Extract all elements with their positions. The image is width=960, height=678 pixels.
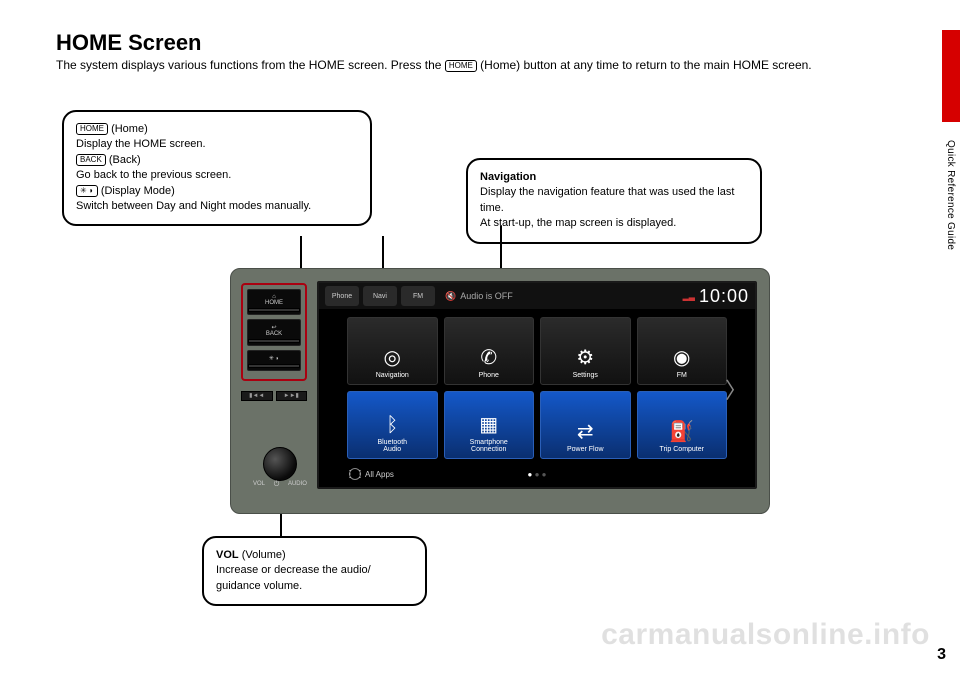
home-icon-inline: HOME	[445, 60, 477, 72]
display-mode-desc: Switch between Day and Night modes manua…	[76, 199, 358, 214]
display-top-bar: Phone Navi FM 🔇 Audio is OFF ▂▃ 10:00	[319, 283, 755, 309]
tile-label: Bluetooth Audio	[377, 439, 407, 453]
tile-label: Phone	[479, 372, 499, 379]
callout-hw-buttons: HOME (Home) Display the HOME screen. BAC…	[62, 110, 372, 226]
home-desc: Display the HOME screen.	[76, 137, 358, 152]
all-apps-label: All Apps	[365, 470, 394, 479]
tile-fm[interactable]: ◉ FM	[637, 317, 728, 385]
all-apps-icon: ⋮⋮	[349, 468, 361, 480]
top-tab-navi[interactable]: Navi	[363, 286, 397, 306]
subtitle-post: (Home) button at any time to return to t…	[480, 58, 811, 72]
fuel-icon: ⛽	[669, 422, 694, 442]
audio-status-text: Audio is OFF	[460, 291, 513, 301]
speaker-mute-icon: 🔇	[445, 291, 456, 302]
display-bottom-bar: ⋮⋮ All Apps ● ● ●	[319, 463, 755, 485]
all-apps-button[interactable]: ⋮⋮ All Apps	[349, 468, 394, 480]
hw-volume: VOL ⏻ AUDIO	[251, 447, 309, 505]
tile-label: Settings	[573, 372, 598, 379]
hw-prev-track-button[interactable]: ▮◄◄	[241, 391, 273, 401]
hw-home-label: HOME	[265, 300, 283, 306]
power-flow-icon: ⇄	[577, 422, 594, 442]
clock: 10:00	[699, 286, 749, 307]
signal-icon: ▂▃	[683, 292, 695, 301]
tile-navigation[interactable]: ◎ Navigation	[347, 317, 438, 385]
back-desc: Go back to the previous screen.	[76, 168, 358, 183]
hw-back-button[interactable]: ↩ BACK	[247, 319, 301, 346]
callout-volume: VOL (Volume) Increase or decrease the au…	[202, 536, 427, 606]
tile-smartphone-connection[interactable]: ▦ Smartphone Connection	[444, 391, 535, 459]
nav-line1: Display the navigation feature that was …	[480, 185, 748, 216]
vol-knob-label: VOL	[253, 481, 265, 489]
home-label: (Home)	[111, 123, 148, 135]
tile-settings[interactable]: ⚙ Settings	[540, 317, 631, 385]
vol-sub: (Volume)	[242, 549, 286, 561]
page-indicator: ● ● ●	[528, 470, 547, 479]
side-tab	[942, 30, 960, 122]
nav-title: Navigation	[480, 170, 748, 185]
side-label: Quick Reference Guide	[945, 140, 956, 250]
navigation-icon: ◎	[384, 348, 401, 368]
hw-back-label: BACK	[266, 331, 282, 337]
volume-knob[interactable]	[263, 447, 297, 481]
hw-button-group: ⌂ HOME ↩ BACK ✳ ◗	[241, 283, 307, 381]
hw-display-mode-button[interactable]: ✳ ◗	[247, 350, 301, 371]
settings-icon: ⚙	[576, 348, 594, 368]
audio-status: 🔇 Audio is OFF	[439, 291, 679, 302]
page-subtitle: The system displays various functions fr…	[56, 58, 812, 72]
home-tile-grid: ◎ Navigation ✆ Phone ⚙ Settings ◉ FM ᛒ B…	[319, 309, 755, 463]
tile-label: Power Flow	[567, 446, 604, 453]
hw-home-button[interactable]: ⌂ HOME	[247, 289, 301, 315]
tile-label: FM	[677, 372, 687, 379]
tile-label: Trip Computer	[660, 446, 704, 453]
tile-label: Smartphone Connection	[470, 439, 508, 453]
top-tab-phone[interactable]: Phone	[325, 286, 359, 306]
vol-title: VOL	[216, 549, 239, 561]
hw-button-column: ⌂ HOME ↩ BACK ✳ ◗ ▮◄◄ ►►▮	[241, 283, 307, 401]
bluetooth-icon: ᛒ	[386, 415, 398, 435]
watermark: carmanualsonline.info	[601, 618, 930, 652]
touchscreen-display: Phone Navi FM 🔇 Audio is OFF ▂▃ 10:00 ◎ …	[317, 281, 757, 489]
page-number: 3	[937, 646, 946, 664]
audio-knob-label: AUDIO	[288, 481, 307, 489]
display-mode-icon: ✳ ◗	[76, 185, 98, 197]
tile-power-flow[interactable]: ⇄ Power Flow	[540, 391, 631, 459]
home-icon: HOME	[76, 123, 108, 135]
fm-icon: ◉	[673, 348, 690, 368]
display-mode-label: (Display Mode)	[101, 185, 175, 197]
page-title: HOME Screen	[56, 30, 202, 56]
tile-trip-computer[interactable]: ⛽ Trip Computer	[637, 391, 728, 459]
hw-disp-label: ✳ ◗	[269, 356, 279, 362]
top-tab-fm[interactable]: FM	[401, 286, 435, 306]
phone-icon: ✆	[480, 348, 497, 368]
page-right-arrow-icon[interactable]: 〉	[725, 373, 747, 405]
back-label: (Back)	[109, 154, 141, 166]
tile-phone[interactable]: ✆ Phone	[444, 317, 535, 385]
tile-label: Navigation	[376, 372, 409, 379]
tile-bluetooth-audio[interactable]: ᛒ Bluetooth Audio	[347, 391, 438, 459]
nav-line2: At start-up, the map screen is displayed…	[480, 216, 748, 231]
hw-next-track-button[interactable]: ►►▮	[276, 391, 308, 401]
head-unit: ⌂ HOME ↩ BACK ✳ ◗ ▮◄◄ ►►▮ VOL ⏻ AUDIO	[230, 268, 770, 514]
hw-track-buttons: ▮◄◄ ►►▮	[241, 391, 307, 401]
back-icon: BACK	[76, 154, 106, 166]
vol-desc: Increase or decrease the audio/ guidance…	[216, 563, 413, 594]
subtitle-pre: The system displays various functions fr…	[56, 58, 445, 72]
smartphone-icon: ▦	[479, 415, 498, 435]
callout-navigation: Navigation Display the navigation featur…	[466, 158, 762, 244]
